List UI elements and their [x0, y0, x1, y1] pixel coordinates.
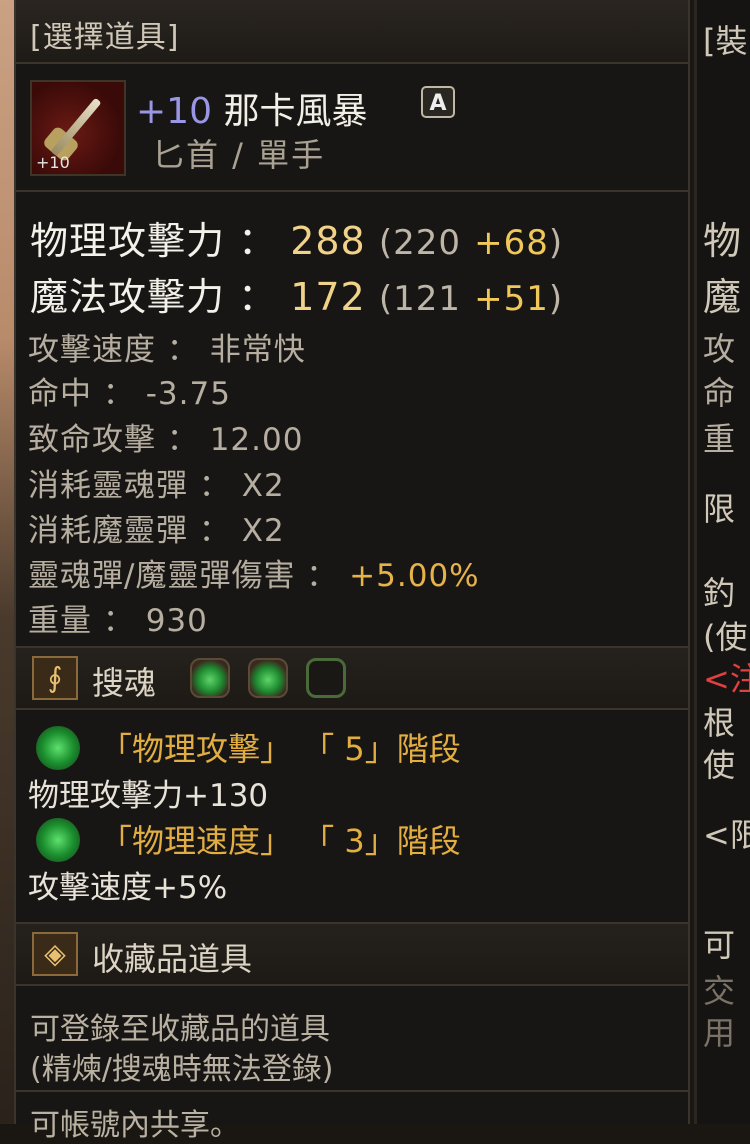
stat-label: 靈魂彈/魔靈彈傷害 ：: [28, 558, 339, 594]
stat-label: 魔法攻擊力 ：: [30, 275, 278, 319]
stat-bonus: +51: [474, 279, 549, 319]
stat-critical: 致命攻擊 ： 12.00: [28, 422, 304, 458]
stat-close: ): [548, 223, 564, 263]
stat-attack-speed: 攻擊速度 ： 非常快: [28, 332, 306, 368]
item-name: 那卡風暴: [223, 91, 368, 132]
right-line: <限: [703, 816, 750, 854]
item-icon-level: +10: [36, 153, 70, 172]
stat-accuracy: 命中 ： -3.75: [28, 376, 231, 412]
soul-gem-icon: [36, 726, 80, 770]
soul-slot-empty-icon[interactable]: [306, 658, 346, 698]
soul-effect-name: 「物理攻擊」 「 5」階段: [100, 724, 461, 770]
item-title: +10 那卡風暴: [136, 82, 367, 134]
divider: [16, 1090, 688, 1092]
stat-physical-attack: 物理攻擊力 ： 288 (220 +68): [30, 210, 563, 265]
collection-header: ◈ 收藏品道具: [16, 922, 688, 986]
item-tooltip: [選擇道具] +10 +10 那卡風暴 A 匕首 / 單手 物理攻擊力 ： 28…: [14, 0, 690, 1143]
collection-label: 收藏品道具: [92, 940, 253, 978]
stat-base: (121: [378, 279, 461, 319]
right-line: 攻: [703, 330, 736, 368]
item-icon[interactable]: +10: [30, 80, 126, 176]
right-line: 重: [703, 420, 736, 458]
collection-icon: ◈: [32, 932, 78, 976]
stat-bonus: +68: [474, 223, 549, 263]
right-line: [裝: [703, 22, 748, 60]
soul-effect-value: 物理攻擊力+130: [28, 778, 269, 814]
right-line: 魔: [703, 275, 742, 319]
grade-badge: A: [421, 86, 455, 118]
collection-desc: 可登錄至收藏品的道具: [30, 1012, 330, 1047]
soul-effect-title: 「物理攻擊」: [100, 730, 293, 768]
soul-effect-stage: 「 3」階段: [302, 822, 461, 860]
right-line: 交: [703, 972, 736, 1010]
soul-effect-title: 「物理速度」: [100, 822, 293, 860]
right-line: <注: [703, 660, 750, 698]
soul-effect-name: 「物理速度」 「 3」階段: [100, 816, 461, 862]
equipped-item-tooltip: [裝 物 魔 攻 命 重 限 釣 (使 <注 根 使 <限 可 交 用: [694, 0, 750, 1124]
right-line: 命: [703, 374, 736, 412]
soul-gem-icon: [36, 818, 80, 862]
right-line: (使: [703, 618, 748, 656]
soul-slot-filled-icon[interactable]: [190, 658, 230, 698]
soul-crystal-label: 搜魂: [92, 664, 157, 702]
soul-crystal-header: ∮ 搜魂: [16, 646, 688, 710]
right-line: 根: [703, 704, 736, 742]
right-line: 釣: [703, 574, 736, 612]
stat-label: 物理攻擊力 ：: [30, 219, 278, 263]
stat-value: +5.00%: [349, 558, 480, 594]
soul-effect-stage: 「 5」階段: [302, 730, 461, 768]
stat-shot-damage: 靈魂彈/魔靈彈傷害 ： +5.00%: [28, 550, 480, 595]
right-line: 物: [703, 219, 742, 263]
collection-note: (精煉/搜魂時無法登錄): [30, 1052, 334, 1087]
stat-value: 288: [290, 219, 366, 263]
right-line: 使: [703, 746, 736, 784]
stat-weight: 重量 ： 930: [28, 603, 208, 639]
right-line: 限: [703, 490, 736, 528]
stat-base: (220: [378, 223, 461, 263]
soul-effect-value: 攻擊速度+5%: [28, 870, 228, 906]
item-type: 匕首 / 單手: [152, 136, 326, 174]
item-enhance: +10: [136, 91, 212, 132]
account-share-note: 可帳號內共享。: [30, 1108, 240, 1143]
soul-slot-filled-icon[interactable]: [248, 658, 288, 698]
soul-crystal-icon: ∮: [32, 656, 78, 700]
tooltip-title: [選擇道具]: [30, 20, 180, 55]
right-line: 可: [703, 926, 736, 964]
divider: [16, 190, 688, 192]
right-line: 用: [703, 1014, 736, 1052]
stat-spiritshot: 消耗魔靈彈 ： X2: [28, 513, 285, 549]
stat-soulshot: 消耗靈魂彈 ： X2: [28, 468, 285, 504]
tooltip-header: [選擇道具]: [16, 0, 688, 64]
stat-close: ): [548, 279, 564, 319]
stat-value: 172: [290, 275, 366, 319]
stat-magic-attack: 魔法攻擊力 ： 172 (121 +51): [30, 266, 563, 321]
